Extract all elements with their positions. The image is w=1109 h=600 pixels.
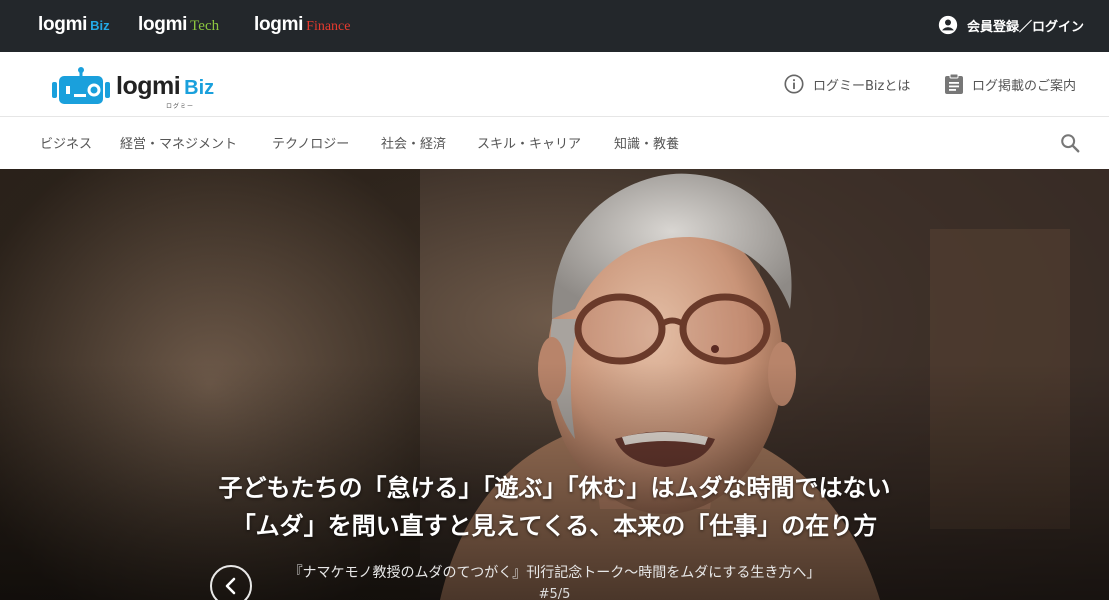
search-icon[interactable] [1059, 132, 1081, 154]
brand-word: logmi [38, 14, 88, 35]
top-bar: logmi Biz logmi Tech logmi Finance 会員登録／… [0, 0, 1109, 52]
hero-title-line-2: 「ムダ」を問い直すと見えてくる、本来の「仕事」の在り方 [231, 512, 878, 540]
brand-logmi-finance-link[interactable]: logmi Finance [254, 14, 351, 36]
nav-item-society-economy[interactable]: 社会・経済 [381, 133, 446, 152]
nav-item-technology[interactable]: テクノロジー [272, 133, 349, 152]
info-icon [784, 74, 804, 94]
brand-logmi-tech-link[interactable]: logmi Tech [138, 14, 219, 36]
clipboard-icon [945, 73, 963, 94]
site-header: logmi Biz ログミー ログミーBizとは ログ掲載のご案内 [0, 52, 1109, 117]
account-circle-icon [938, 15, 958, 35]
brand-sub: Tech [190, 18, 220, 34]
category-nav: ビジネス 経営・マネジメント テクノロジー 社会・経済 スキル・キャリア 知識・… [0, 117, 1109, 169]
hero-counter: #5/5 [538, 587, 571, 600]
logo-word: logmi [116, 71, 181, 100]
login-label: 会員登録／ログイン [966, 19, 1084, 35]
about-link[interactable]: ログミーBizとは [783, 72, 910, 96]
hero-carousel[interactable]: 子どもたちの「怠ける」「遊ぶ」「休む」はムダな時間ではない 「ムダ」を問い直すと… [0, 169, 1109, 600]
login-button[interactable]: 会員登録／ログイン [938, 14, 1084, 36]
site-logo[interactable]: logmi Biz ログミー [52, 66, 215, 110]
listing-guide-label: ログ掲載のご案内 [972, 78, 1077, 94]
hero-subtitle: 『ナマケモノ教授のムダのてつがく』刊行記念トーク〜時間をムダにする生き方へ」 [288, 565, 821, 581]
listing-guide-link[interactable]: ログ掲載のご案内 [944, 72, 1076, 96]
logo-wordmark: logmi Biz ログミー [116, 71, 215, 110]
nav-item-management[interactable]: 経営・マネジメント [120, 133, 237, 152]
nav-item-skill-career[interactable]: スキル・キャリア [477, 133, 581, 152]
brand-sub: Biz [90, 18, 110, 33]
hero-title[interactable]: 子どもたちの「怠ける」「遊ぶ」「休む」はムダな時間ではない 「ムダ」を問い直すと… [0, 469, 1109, 545]
nav-item-knowledge[interactable]: 知識・教養 [614, 133, 679, 152]
about-link-label: ログミーBizとは [813, 78, 911, 94]
brand-logmi-biz-link[interactable]: logmi Biz [38, 14, 110, 36]
nav-item-business[interactable]: ビジネス [40, 133, 92, 152]
brand-word: logmi [138, 14, 188, 35]
brand-sub: Finance [306, 19, 351, 34]
logo-sub: Biz [184, 76, 215, 99]
brand-word: logmi [254, 14, 304, 35]
logo-kana: ログミー [166, 102, 195, 110]
robot-logo-icon [52, 67, 110, 104]
hero-title-line-1: 子どもたちの「怠ける」「遊ぶ」「休む」はムダな時間ではない [218, 474, 891, 502]
